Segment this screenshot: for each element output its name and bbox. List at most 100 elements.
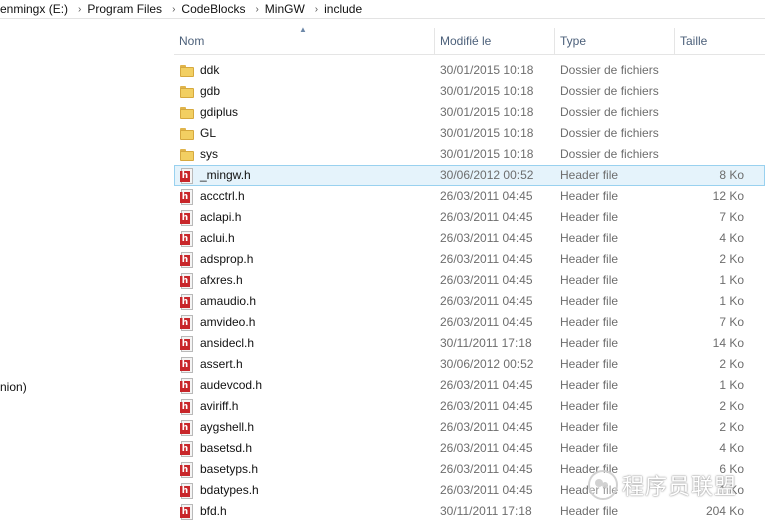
address-bar[interactable]: enmingx (E:) › Program Files › CodeBlock… [0,0,765,19]
file-name-cell: h audevcod.h [180,375,262,396]
file-name: amvideo.h [200,315,256,329]
file-type: Header file [560,315,619,329]
file-row[interactable]: h amvideo.h 26/03/2011 04:45 Header file 7 K… [174,312,765,333]
file-row[interactable]: h aviriff.h 26/03/2011 04:45 Header file 2 K… [174,396,765,417]
file-modified: 26/03/2011 04:45 [440,252,533,266]
file-rows: ddk 30/01/2015 10:18 Dossier de fichiers gd… [174,60,765,522]
file-row[interactable]: h aclui.h 26/03/2011 04:45 Header file 4 Ko [174,228,765,249]
file-name: aviriff.h [200,399,239,413]
chevron-right-icon[interactable]: › [309,4,324,15]
file-row[interactable]: h ansidecl.h 30/11/2011 17:18 Header file 14… [174,333,765,354]
file-size: 6 Ko [719,462,744,476]
header-file-icon: h [180,167,194,184]
file-name-cell: h bdatypes.h [180,480,259,501]
header-file-icon: h [180,209,194,226]
file-name: gdb [200,84,221,98]
file-row[interactable]: h amaudio.h 26/03/2011 04:45 Header file 1 K… [174,291,765,312]
file-size: 14 Ko [712,336,744,350]
file-name: accctrl.h [200,189,245,203]
header-file-icon: h [180,503,194,520]
file-name: ansidecl.h [200,336,255,350]
file-row[interactable]: h accctrl.h 26/03/2011 04:45 Header file 12 … [174,186,765,207]
column-header-row: ▲ Nom Modifié le Type Taille [174,25,765,55]
file-size: 204 Ko [705,504,744,518]
file-row[interactable]: h adsprop.h 26/03/2011 04:45 Header file 2 K… [174,249,765,270]
file-row[interactable]: h bfd.h 30/11/2011 17:18 Header file 204 Ko [174,501,765,522]
header-file-icon: h [180,314,194,331]
column-header-name[interactable]: Nom [174,28,434,54]
file-name: ddk [200,63,220,77]
file-name-cell: h aclapi.h [180,207,241,228]
file-type: Header file [560,378,619,392]
file-modified: 30/01/2015 10:18 [440,147,534,161]
file-row[interactable]: h bdatypes.h 26/03/2011 04:45 Header file 1 … [174,480,765,501]
file-type: Header file [560,210,619,224]
file-name-cell: h _mingw.h [180,165,251,186]
file-type: Header file [560,483,619,497]
file-name: aygshell.h [200,420,255,434]
file-size: 1 Ko [719,483,744,497]
column-header-type[interactable]: Type [554,28,673,54]
file-type: Header file [560,357,619,371]
file-type: Header file [560,420,619,434]
chevron-right-icon[interactable]: › [166,4,181,15]
file-name: bdatypes.h [200,483,259,497]
breadcrumb-program-files[interactable]: Program Files [87,2,166,16]
column-header-size[interactable]: Taille [674,28,760,54]
file-row[interactable]: ddk 30/01/2015 10:18 Dossier de fichiers [174,60,765,81]
breadcrumb-drive[interactable]: enmingx (E:) [0,2,72,16]
header-file-icon: h [180,440,194,457]
file-row[interactable]: h audevcod.h 26/03/2011 04:45 Header file 1 … [174,375,765,396]
folder-icon [180,85,194,98]
file-name: basetsd.h [200,441,253,455]
file-name: audevcod.h [200,378,263,392]
file-row[interactable]: gdiplus 30/01/2015 10:18 Dossier de fichie… [174,102,765,123]
folder-icon [180,64,194,77]
file-row[interactable]: h basetyps.h 26/03/2011 04:45 Header file 6 … [174,459,765,480]
header-file-icon: h [180,335,194,352]
folder-icon [180,127,194,140]
file-name: _mingw.h [200,168,251,182]
column-header-modified[interactable]: Modifié le [434,28,553,54]
header-file-icon: h [180,272,194,289]
file-modified: 26/03/2011 04:45 [440,189,533,203]
file-row[interactable]: h aygshell.h 26/03/2011 04:45 Header file 2 … [174,417,765,438]
breadcrumb-mingw[interactable]: MinGW [265,2,309,16]
file-type: Dossier de fichiers [560,63,659,77]
file-row[interactable]: h aclapi.h 26/03/2011 04:45 Header file 7 Ko [174,207,765,228]
file-name-cell: h aygshell.h [180,417,254,438]
file-row[interactable]: h afxres.h 26/03/2011 04:45 Header file 1 Ko [174,270,765,291]
file-row[interactable]: GL 30/01/2015 10:18 Dossier de fichiers [174,123,765,144]
file-type: Header file [560,189,619,203]
file-modified: 26/03/2011 04:45 [440,462,533,476]
file-size: 2 Ko [719,420,744,434]
file-modified: 30/06/2012 00:52 [440,357,534,371]
file-row[interactable]: gdb 30/01/2015 10:18 Dossier de fichiers [174,81,765,102]
chevron-right-icon[interactable]: › [249,4,264,15]
file-row[interactable]: sys 30/01/2015 10:18 Dossier de fichiers [174,144,765,165]
header-file-icon: h [180,230,194,247]
file-modified: 26/03/2011 04:45 [440,483,533,497]
file-name-cell: h bfd.h [180,501,227,522]
file-modified: 26/03/2011 04:45 [440,441,533,455]
file-name: aclui.h [200,231,235,245]
breadcrumb-codeblocks[interactable]: CodeBlocks [181,2,249,16]
file-name-cell: h amaudio.h [180,291,256,312]
breadcrumb-include[interactable]: include [324,2,366,16]
chevron-right-icon[interactable]: › [72,4,87,15]
file-size: 2 Ko [719,357,744,371]
file-size: 4 Ko [719,441,744,455]
file-name: aclapi.h [200,210,242,224]
file-name-cell: h assert.h [180,354,243,375]
file-size: 1 Ko [719,378,744,392]
file-type: Header file [560,399,619,413]
file-row[interactable]: h basetsd.h 26/03/2011 04:45 Header file 4 K… [174,438,765,459]
nav-item-partial[interactable]: nion) [0,380,27,394]
file-type: Header file [560,504,619,518]
file-modified: 26/03/2011 04:45 [440,273,533,287]
file-row[interactable]: h _mingw.h 30/06/2012 00:52 Header file 8 Ko [174,165,765,186]
file-name-cell: h basetyps.h [180,459,258,480]
header-file-icon: h [180,188,194,205]
file-row[interactable]: h assert.h 30/06/2012 00:52 Header file 2 Ko [174,354,765,375]
file-type: Header file [560,462,619,476]
